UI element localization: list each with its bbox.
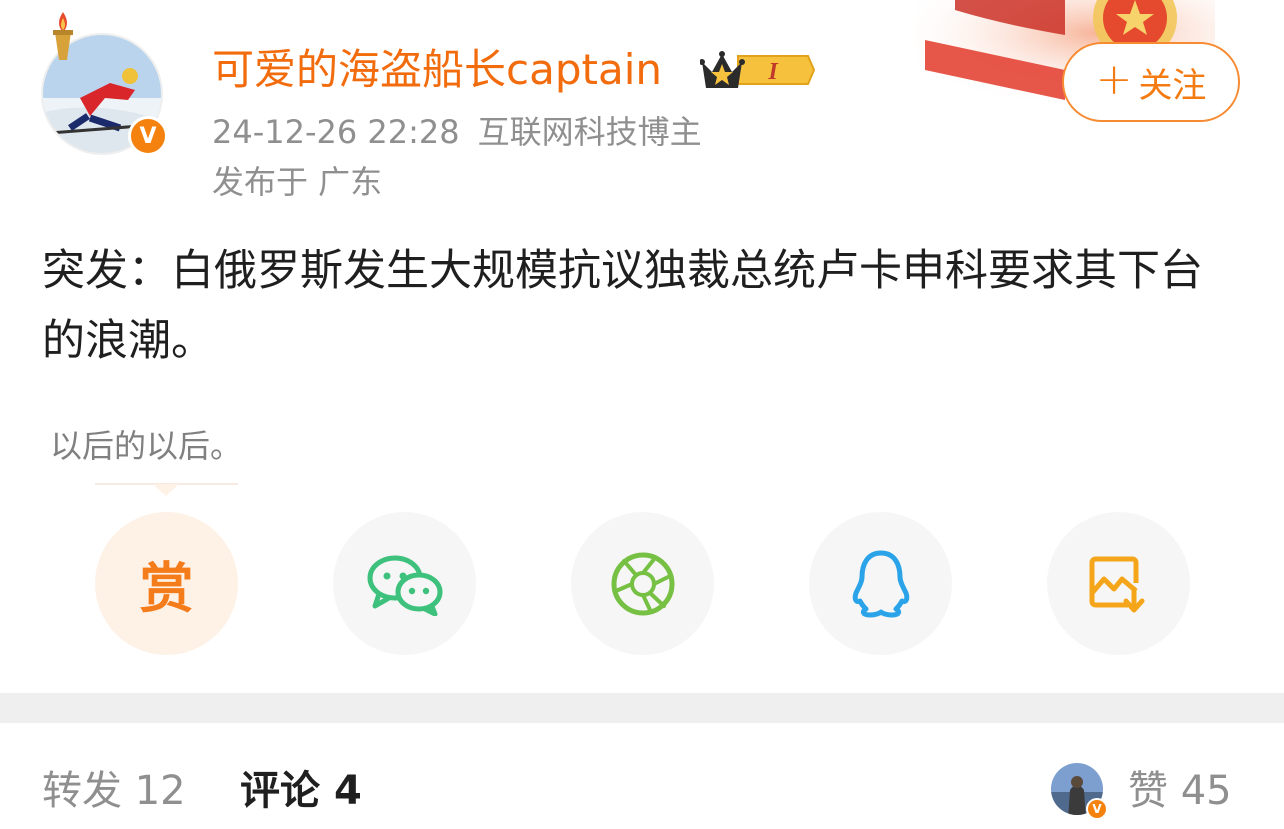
like-label: 赞 bbox=[1128, 768, 1168, 814]
post-caption: 以后的以后。 bbox=[50, 427, 243, 465]
share-wechat-button[interactable] bbox=[333, 512, 476, 655]
post-location: 发布于 广东 bbox=[212, 163, 383, 201]
wechat-icon bbox=[367, 555, 442, 616]
like-count: 45 bbox=[1180, 768, 1232, 814]
liker-verified-badge: V bbox=[1086, 798, 1108, 820]
like-tab[interactable]: 赞 45 bbox=[1128, 765, 1232, 817]
share-qq-button[interactable] bbox=[809, 512, 952, 655]
save-image-button[interactable] bbox=[1047, 512, 1190, 655]
reward-button[interactable]: 赏 bbox=[95, 512, 238, 655]
comment-count: 4 bbox=[333, 768, 362, 814]
follow-button[interactable]: + 关注 bbox=[1062, 42, 1240, 122]
caption-pointer bbox=[95, 483, 238, 496]
badge-level: I bbox=[767, 59, 779, 85]
torch-icon bbox=[53, 12, 73, 60]
qq-icon bbox=[852, 550, 909, 617]
plus-icon: + bbox=[1095, 54, 1133, 105]
moments-icon bbox=[611, 552, 674, 615]
repost-label: 转发 bbox=[42, 768, 122, 814]
comment-tab[interactable]: 评论 4 bbox=[240, 765, 362, 817]
crown-icon[interactable]: I bbox=[700, 48, 815, 93]
repost-count: 12 bbox=[134, 768, 186, 814]
post-timestamp: 24-12-26 22:28 bbox=[212, 113, 460, 151]
post-text: 突发：白俄罗斯发生大规模抗议独裁总统卢卡申科要求其下台的浪潮。 bbox=[42, 246, 1203, 366]
reward-icon: 赏 bbox=[139, 557, 194, 620]
comment-label: 评论 bbox=[240, 768, 320, 814]
post-meta: 24-12-26 22:28 互联网科技博主 bbox=[212, 112, 720, 152]
repost-tab[interactable]: 转发 12 bbox=[42, 765, 186, 817]
verified-badge: V bbox=[128, 116, 168, 156]
author-role: 互联网科技博主 bbox=[477, 113, 702, 151]
save-image-icon bbox=[1089, 556, 1144, 612]
author-name[interactable]: 可爱的海盗船长captain bbox=[212, 45, 662, 95]
share-moments-button[interactable] bbox=[571, 512, 714, 655]
section-divider bbox=[0, 693, 1284, 723]
follow-label: 关注 bbox=[1138, 65, 1207, 106]
